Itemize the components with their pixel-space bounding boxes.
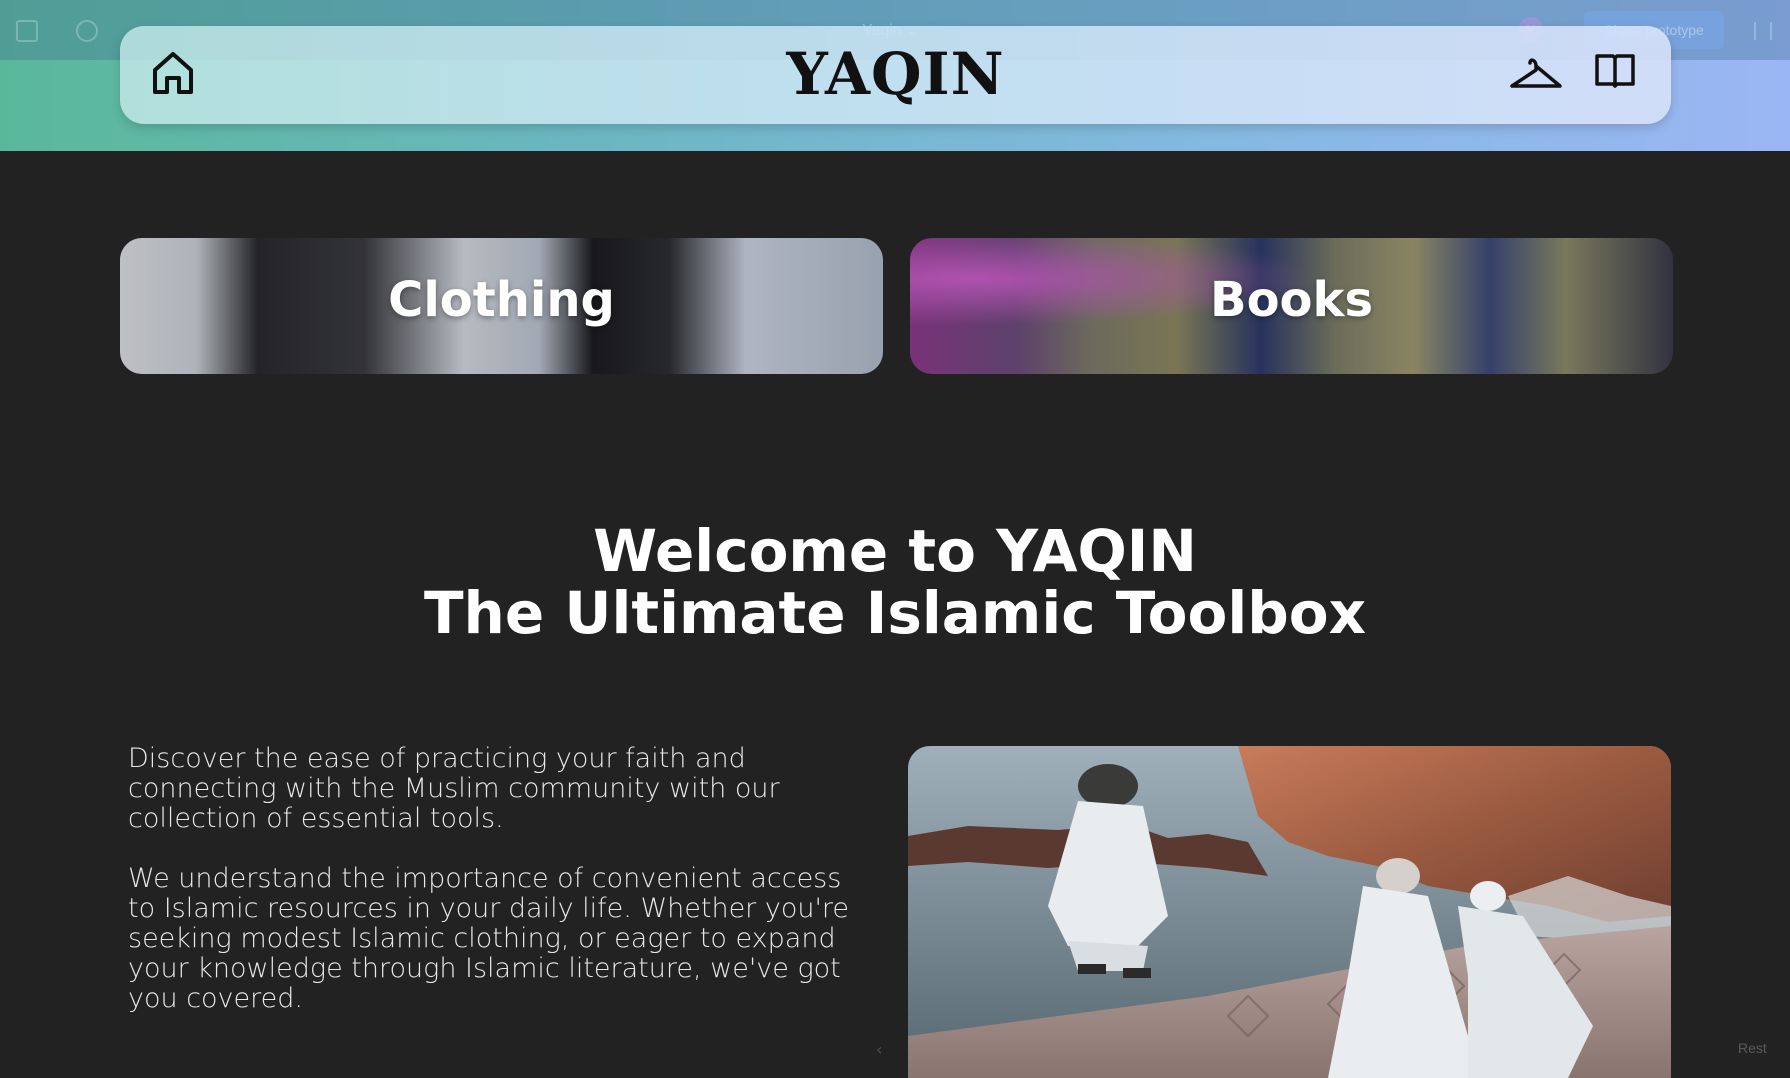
welcome-line-2: The Ultimate Islamic Toolbox [423, 579, 1367, 647]
welcome-heading: Welcome to YAQIN The Ultimate Islamic To… [0, 520, 1790, 644]
hanger-icon[interactable] [1508, 48, 1564, 102]
description-text: Discover the ease of practicing your fai… [128, 744, 858, 1014]
prev-arrow-icon[interactable]: ‹ [876, 1040, 882, 1059]
panel-toggle-icon[interactable] [16, 20, 38, 42]
category-card-books[interactable]: Books [910, 238, 1673, 374]
category-label-books: Books [1209, 272, 1374, 328]
book-icon[interactable] [1592, 48, 1638, 98]
main-navbar: YAQIN [120, 26, 1671, 124]
comment-icon[interactable] [76, 20, 98, 42]
restart-button[interactable]: Rest [1738, 1040, 1767, 1056]
welcome-line-1: Welcome to YAQIN [593, 517, 1197, 585]
description-paragraph-2: We understand the importance of convenie… [128, 863, 850, 1014]
settings-icon[interactable] [1754, 22, 1772, 40]
category-label-clothing: Clothing [388, 272, 615, 328]
description-paragraph-1: Discover the ease of practicing your fai… [128, 743, 780, 834]
category-card-clothing[interactable]: Clothing [120, 238, 883, 374]
hero-photo [908, 746, 1671, 1078]
brand-logo[interactable]: YAQIN [120, 40, 1671, 108]
